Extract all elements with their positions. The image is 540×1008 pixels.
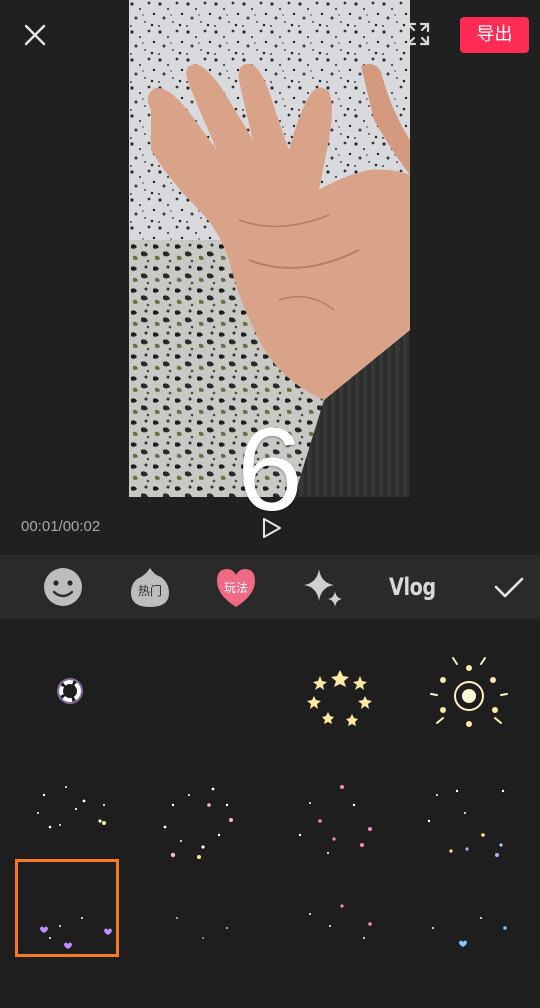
smiley-icon: [44, 568, 82, 606]
sticker-item[interactable]: [270, 888, 403, 1003]
close-icon: [24, 24, 46, 46]
sticker-item[interactable]: [270, 628, 403, 743]
sticker-item[interactable]: [137, 628, 270, 743]
tab-vlog[interactable]: Vlog: [389, 563, 436, 611]
sticker-grid: [0, 620, 540, 960]
tab-hot[interactable]: 热门: [129, 563, 171, 611]
blue-hearts-icon: [432, 917, 507, 947]
star-burst-icon: [307, 670, 372, 726]
heart-sparkles-icon: [163, 787, 233, 859]
sticker-item[interactable]: [4, 628, 137, 743]
tab-play[interactable]: 玩法: [215, 563, 257, 611]
purple-hearts-icon: [40, 917, 112, 949]
export-button[interactable]: 导出: [460, 17, 529, 53]
sticker-item[interactable]: [403, 628, 536, 743]
sticker-item[interactable]: [403, 765, 536, 880]
timecode: 00:01/00:02: [21, 518, 101, 535]
faint-dots-icon: [176, 917, 228, 939]
pink-sparkles-icon: [298, 785, 372, 854]
check-icon: [494, 577, 524, 598]
sticker-item[interactable]: [4, 765, 137, 880]
sticker-item[interactable]: [403, 888, 536, 1003]
sticker-item[interactable]: [4, 888, 137, 1003]
sticker-item[interactable]: [270, 765, 403, 880]
sparkle-dots-icon: [37, 786, 106, 829]
confirm-button[interactable]: [492, 563, 526, 611]
tab-sparkle[interactable]: [302, 563, 344, 611]
tab-emoji[interactable]: [42, 563, 84, 611]
tab-hot-label: 热门: [137, 584, 162, 598]
sticker-item[interactable]: [137, 765, 270, 880]
tab-play-label: 玩法: [223, 581, 248, 595]
sticker-category-bar: 热门 玩法 Vlog: [0, 555, 540, 619]
play-button[interactable]: [260, 516, 284, 540]
glow-ring-icon: [57, 678, 83, 704]
sun-burst-icon: [430, 657, 508, 727]
blank-sticker: [137, 628, 270, 743]
sticker-item[interactable]: [137, 888, 270, 1003]
pink-dots-icon: [309, 904, 372, 939]
sparkle-icon: [304, 569, 342, 607]
color-sparkles-icon: [427, 789, 505, 857]
close-button[interactable]: [18, 18, 52, 52]
play-icon: [263, 518, 281, 538]
